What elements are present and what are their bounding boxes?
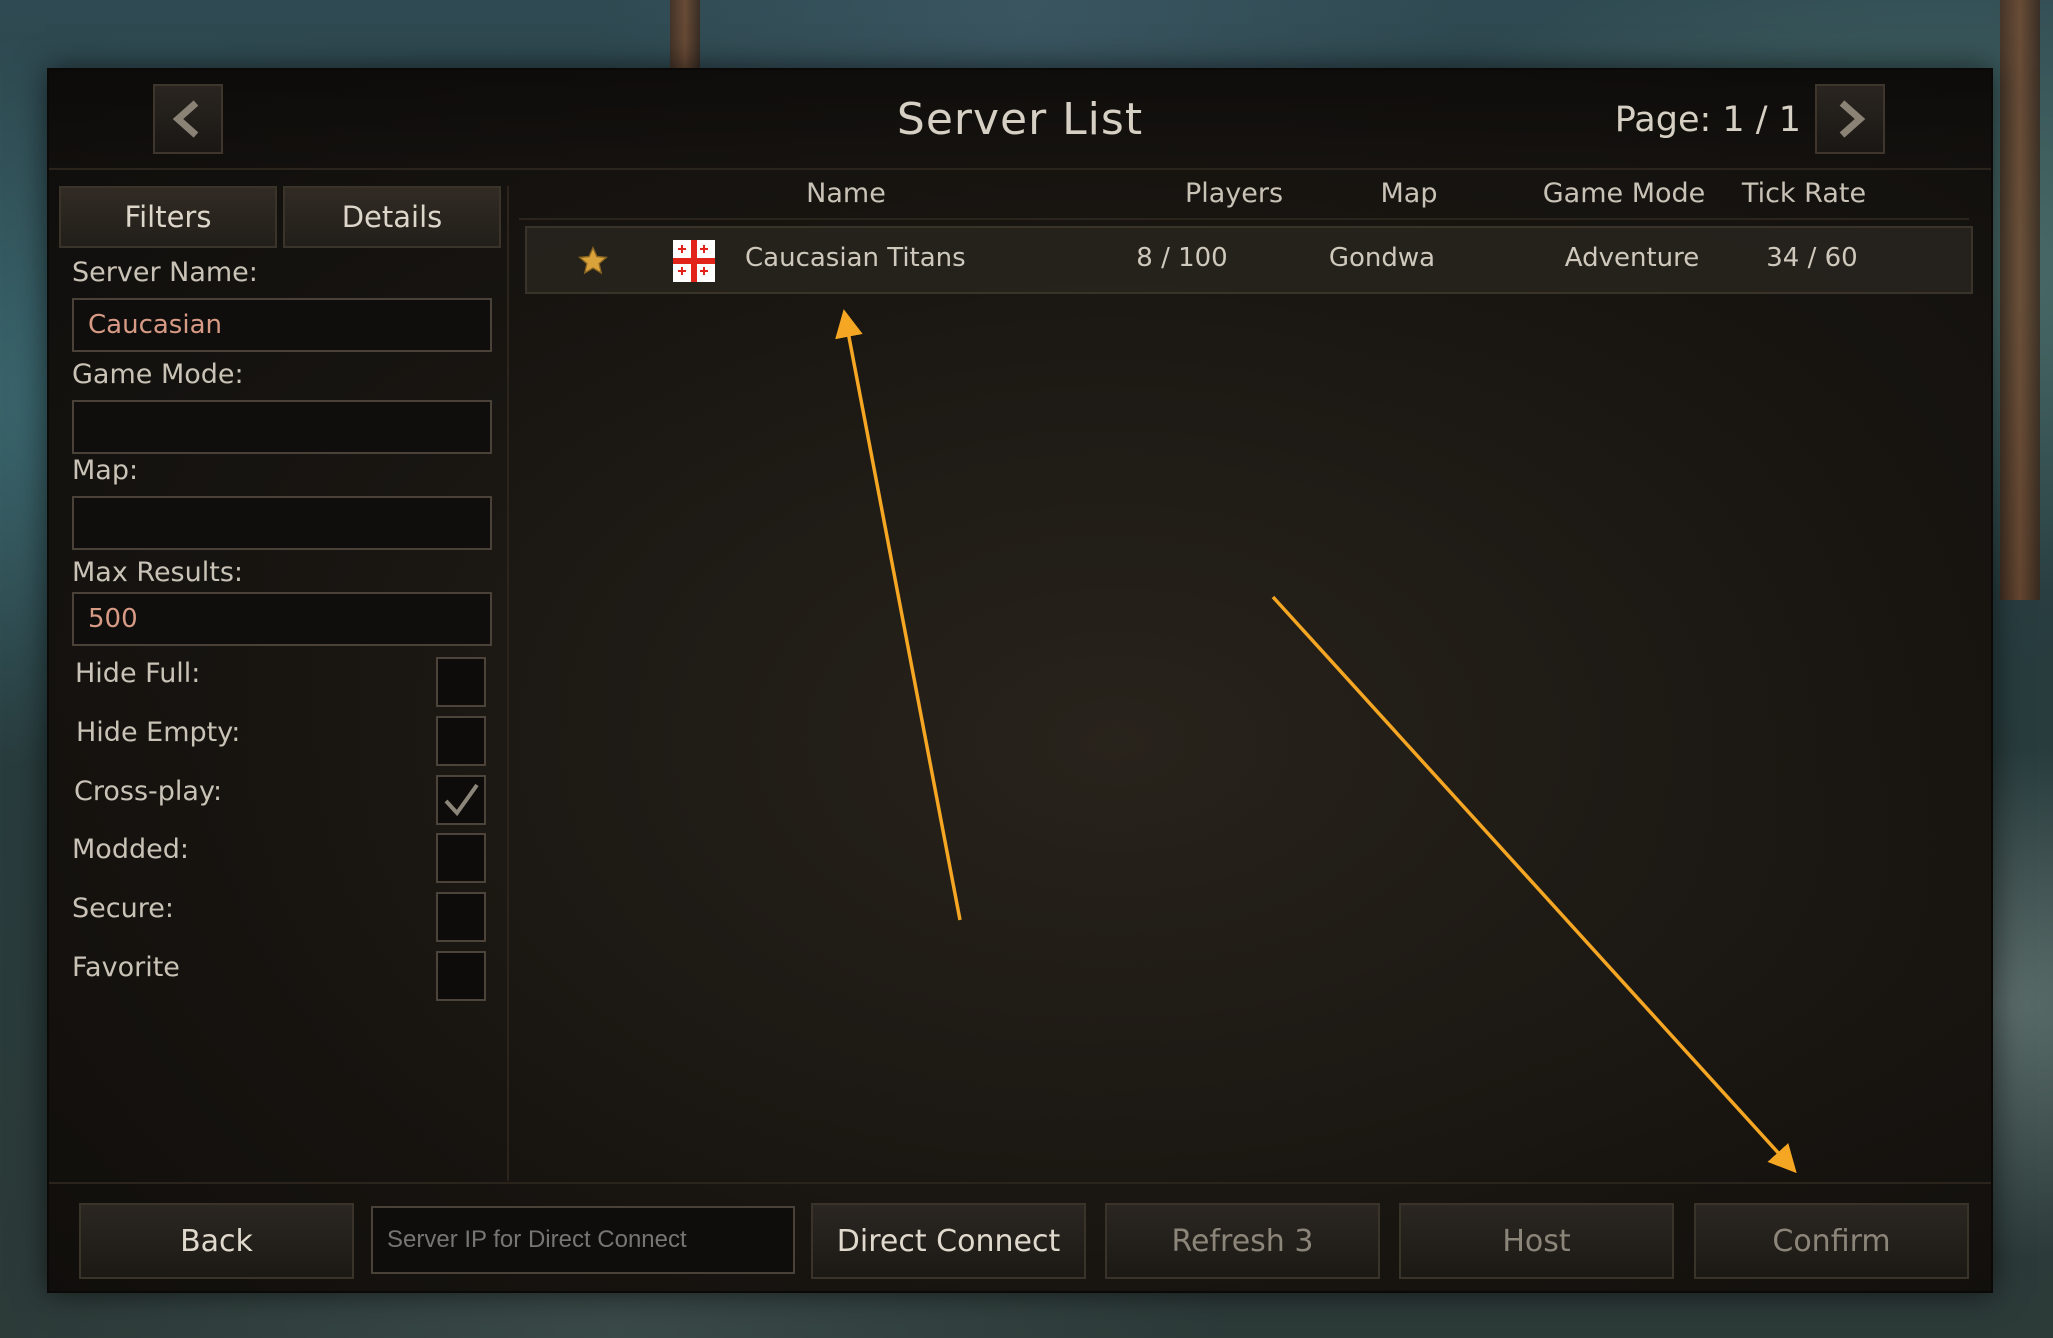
tab-filters[interactable]: Filters: [59, 186, 277, 248]
cross-play-label: Cross-play:: [74, 776, 223, 807]
checkmark-icon: [444, 783, 479, 817]
hide-full-checkbox[interactable]: [436, 657, 486, 707]
table-row[interactable]: Caucasian Titans 8 / 100 Gondwa Adventur…: [525, 226, 1973, 294]
background-tree: [2000, 0, 2040, 600]
column-header-map[interactable]: Map: [1349, 178, 1469, 209]
column-header-name[interactable]: Name: [786, 178, 906, 209]
secure-checkbox[interactable]: [436, 892, 486, 942]
column-header-tick-rate[interactable]: Tick Rate: [1719, 178, 1889, 209]
game-mode-input[interactable]: [72, 400, 492, 454]
host-button[interactable]: Host: [1399, 1203, 1674, 1279]
map-label: Map:: [72, 455, 139, 486]
max-results-input[interactable]: 500: [72, 592, 492, 646]
modded-label: Modded:: [72, 834, 189, 865]
tab-details[interactable]: Details: [283, 186, 501, 248]
cross-play-checkbox[interactable]: [436, 775, 486, 825]
confirm-button[interactable]: Confirm: [1694, 1203, 1969, 1279]
direct-connect-button[interactable]: Direct Connect: [811, 1203, 1086, 1279]
next-page-button[interactable]: [1815, 84, 1885, 154]
georgia-flag-icon: [673, 240, 715, 282]
hide-empty-checkbox[interactable]: [436, 716, 486, 766]
background-tree: [670, 0, 700, 68]
filters-sidebar: Filters Details Server Name: Caucasian G…: [59, 186, 509, 1181]
server-name-input[interactable]: Caucasian: [72, 298, 492, 352]
star-icon[interactable]: [577, 245, 609, 284]
server-ip-input[interactable]: [371, 1206, 795, 1274]
players-cell: 8 / 100: [1136, 243, 1228, 273]
header: Server List Page: 1 / 1: [49, 70, 1991, 170]
max-results-label: Max Results:: [72, 557, 243, 588]
column-header-players[interactable]: Players: [1159, 178, 1309, 209]
favorite-checkbox[interactable]: [436, 951, 486, 1001]
column-header-game-mode[interactable]: Game Mode: [1524, 178, 1724, 209]
modded-checkbox[interactable]: [436, 833, 486, 883]
map-cell: Gondwa: [1328, 243, 1436, 273]
table-header: Name Players Map Game Mode Tick Rate: [519, 178, 1969, 220]
tick-rate-cell: 34 / 60: [1766, 243, 1858, 273]
server-name-cell: Caucasian Titans: [745, 243, 966, 273]
back-button[interactable]: Back: [79, 1203, 354, 1279]
server-name-label: Server Name:: [72, 257, 258, 288]
game-mode-cell: Adventure: [1564, 243, 1700, 273]
hide-empty-label: Hide Empty:: [76, 717, 241, 748]
server-list-panel: Server List Page: 1 / 1 Filters Details …: [47, 68, 1993, 1293]
favorite-label: Favorite: [72, 952, 180, 983]
map-input[interactable]: [72, 496, 492, 550]
refresh-button[interactable]: Refresh 3: [1105, 1203, 1380, 1279]
footer-divider: [49, 1182, 1991, 1184]
chevron-right-icon: [1839, 100, 1866, 138]
secure-label: Secure:: [72, 893, 174, 924]
hide-full-label: Hide Full:: [75, 658, 201, 689]
page-indicator: Page: 1 / 1: [1614, 100, 1801, 140]
game-mode-label: Game Mode:: [72, 359, 244, 390]
